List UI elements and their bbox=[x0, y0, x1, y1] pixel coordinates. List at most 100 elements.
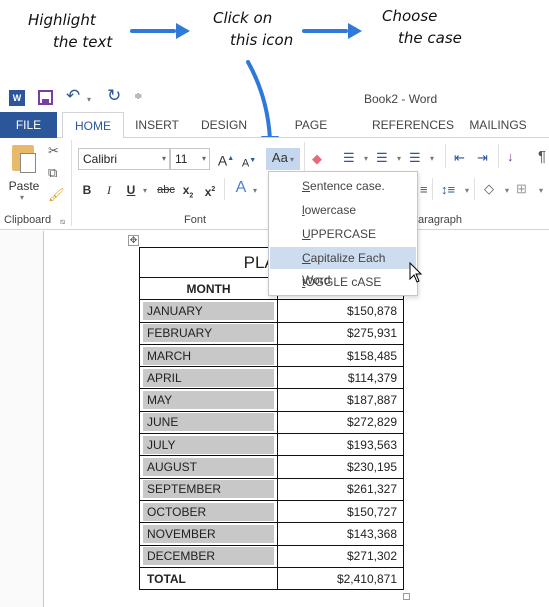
month-cell[interactable]: OCTOBER bbox=[139, 499, 278, 524]
undo-icon[interactable]: ↶ bbox=[66, 86, 80, 106]
tab-home[interactable]: HOME bbox=[62, 112, 124, 139]
strikethrough-button[interactable]: abc bbox=[156, 180, 176, 200]
instruction-text: the text bbox=[53, 33, 113, 51]
clear-formatting-icon[interactable]: ◆ bbox=[312, 150, 322, 168]
instruction-text: this icon bbox=[230, 31, 294, 49]
superscript-button[interactable]: x2 bbox=[203, 180, 217, 202]
tab-file[interactable]: FILE bbox=[0, 112, 57, 138]
value-cell[interactable]: $158,485 bbox=[277, 343, 404, 368]
shrink-font-icon[interactable]: A▼ bbox=[240, 151, 258, 174]
save-icon[interactable] bbox=[38, 90, 53, 105]
numbering-icon[interactable]: ☰ bbox=[376, 149, 388, 167]
value-cell[interactable]: $150,878 bbox=[277, 299, 404, 323]
tab-references[interactable]: REFERENCES bbox=[372, 112, 454, 138]
chevron-down-icon[interactable]: ▾ bbox=[364, 154, 368, 163]
total-label: TOTAL bbox=[139, 566, 278, 591]
value-cell[interactable]: $187,887 bbox=[277, 388, 404, 412]
menu-item-capitalize-each-word[interactable]: Capitalize Each Word bbox=[270, 247, 416, 287]
month-cell[interactable]: DECEMBER bbox=[139, 544, 278, 568]
subscript-button[interactable]: x2 bbox=[181, 180, 195, 206]
month-cell[interactable]: JULY bbox=[139, 433, 278, 457]
accelerator-key: S bbox=[302, 179, 311, 193]
value-cell[interactable]: $275,931 bbox=[277, 321, 404, 345]
increase-indent-icon[interactable]: ⇥ bbox=[477, 149, 488, 167]
redo-icon[interactable]: ↻ bbox=[107, 86, 121, 106]
value-cell[interactable]: $261,327 bbox=[277, 477, 404, 501]
undo-dropdown-icon[interactable]: ▾ bbox=[87, 95, 91, 104]
divider bbox=[224, 178, 225, 200]
value-cell[interactable]: $271,302 bbox=[277, 544, 404, 568]
chevron-down-icon[interactable]: ▾ bbox=[202, 149, 206, 169]
text-effects-dropdown-icon[interactable]: ▾ bbox=[253, 186, 257, 195]
chevron-down-icon[interactable]: ▾ bbox=[162, 149, 166, 169]
month-text: JUNE bbox=[143, 413, 274, 432]
change-case-button[interactable]: Aa ▾ bbox=[266, 148, 300, 170]
month-cell[interactable]: MAY bbox=[139, 388, 278, 412]
value-cell[interactable]: $230,195 bbox=[277, 455, 404, 479]
chevron-down-icon[interactable]: ▾ bbox=[430, 154, 434, 163]
month-cell[interactable]: NOVEMBER bbox=[139, 522, 278, 546]
change-case-label: Aa bbox=[271, 150, 288, 165]
month-cell[interactable]: AUGUST bbox=[139, 455, 278, 479]
tab-design[interactable]: DESIGN bbox=[198, 112, 250, 138]
table-row: JUNE $272,829 bbox=[139, 410, 404, 435]
font-name-value: Calibri bbox=[83, 152, 118, 166]
italic-button[interactable]: I bbox=[102, 180, 116, 200]
font-name-combo[interactable]: Calibri ▾ bbox=[78, 148, 170, 170]
tab-insert[interactable]: INSERT bbox=[132, 112, 182, 138]
paste-icon[interactable] bbox=[12, 145, 36, 173]
grow-font-icon[interactable]: A▲ bbox=[217, 149, 235, 171]
cut-icon[interactable]: ✂ bbox=[48, 142, 59, 160]
justify-icon[interactable]: ≡ bbox=[420, 181, 428, 199]
borders-icon[interactable]: ⊞ bbox=[516, 180, 527, 198]
font-size-combo[interactable]: 11 ▾ bbox=[170, 148, 210, 170]
month-cell[interactable]: APRIL bbox=[139, 366, 278, 390]
tab-page-layout[interactable]: PAGE LAYOUT bbox=[270, 112, 352, 158]
value-cell[interactable]: $114,379 bbox=[277, 366, 404, 390]
value-cell[interactable]: $193,563 bbox=[277, 433, 404, 457]
chevron-down-icon[interactable]: ▾ bbox=[505, 186, 509, 195]
chevron-down-icon[interactable]: ▾ bbox=[397, 154, 401, 163]
month-cell[interactable]: SEPTEMBER bbox=[139, 477, 278, 501]
arrow-icon bbox=[302, 29, 348, 33]
month-cell[interactable]: JANUARY bbox=[139, 299, 278, 323]
paste-dropdown-icon[interactable]: ▾ bbox=[20, 193, 24, 202]
multilevel-list-icon[interactable]: ☰ bbox=[409, 149, 421, 167]
arrow-head-icon bbox=[348, 23, 362, 39]
sort-icon[interactable]: ↓ bbox=[507, 148, 514, 166]
line-spacing-icon[interactable]: ↕≡ bbox=[441, 181, 455, 199]
menu-item-sentence-case[interactable]: Sentence case. bbox=[270, 175, 416, 197]
month-cell[interactable]: JUNE bbox=[139, 410, 278, 435]
decrease-indent-icon[interactable]: ⇤ bbox=[454, 149, 465, 167]
value-cell[interactable]: $150,727 bbox=[277, 499, 404, 524]
copy-icon[interactable]: ⧉ bbox=[48, 164, 57, 182]
bullets-icon[interactable]: ☰ bbox=[343, 149, 355, 167]
table-move-handle-icon[interactable]: ✥ bbox=[128, 235, 139, 246]
table-resize-handle[interactable] bbox=[403, 593, 410, 600]
value-cell[interactable]: $272,829 bbox=[277, 410, 404, 435]
tab-mailings[interactable]: MAILINGS bbox=[468, 112, 528, 138]
format-painter-icon[interactable]: 🖌 bbox=[48, 186, 65, 204]
mouse-cursor-icon bbox=[409, 261, 423, 289]
dialog-launcher-icon[interactable]: ⧅ bbox=[60, 217, 65, 227]
menu-item-lowercase[interactable]: lowercase bbox=[270, 199, 416, 221]
accelerator-key: C bbox=[302, 251, 311, 265]
shading-icon[interactable]: ◇ bbox=[484, 180, 494, 198]
show-formatting-icon[interactable]: ¶ bbox=[538, 148, 546, 166]
chevron-down-icon[interactable]: ▾ bbox=[465, 186, 469, 195]
month-text: SEPTEMBER bbox=[143, 480, 274, 499]
month-text: JANUARY bbox=[143, 301, 274, 320]
table-row: APRIL $114,379 bbox=[139, 366, 404, 390]
chevron-down-icon[interactable]: ▾ bbox=[539, 186, 543, 195]
menu-item-uppercase[interactable]: UPPERCASE bbox=[270, 223, 416, 245]
text-effects-icon[interactable]: A bbox=[233, 178, 249, 198]
value-cell[interactable]: $143,368 bbox=[277, 522, 404, 546]
month-cell[interactable]: FEBRUARY bbox=[139, 321, 278, 345]
underline-button[interactable]: U bbox=[124, 180, 138, 200]
underline-dropdown-icon[interactable]: ▾ bbox=[143, 186, 147, 195]
customize-qat-icon[interactable]: ≑ bbox=[134, 91, 142, 102]
month-cell[interactable]: MARCH bbox=[139, 343, 278, 368]
paragraph-group-label: aragraph bbox=[418, 214, 463, 226]
menu-item-toggle-case[interactable]: tOGGLE cASE bbox=[270, 271, 416, 293]
bold-button[interactable]: B bbox=[80, 180, 94, 200]
